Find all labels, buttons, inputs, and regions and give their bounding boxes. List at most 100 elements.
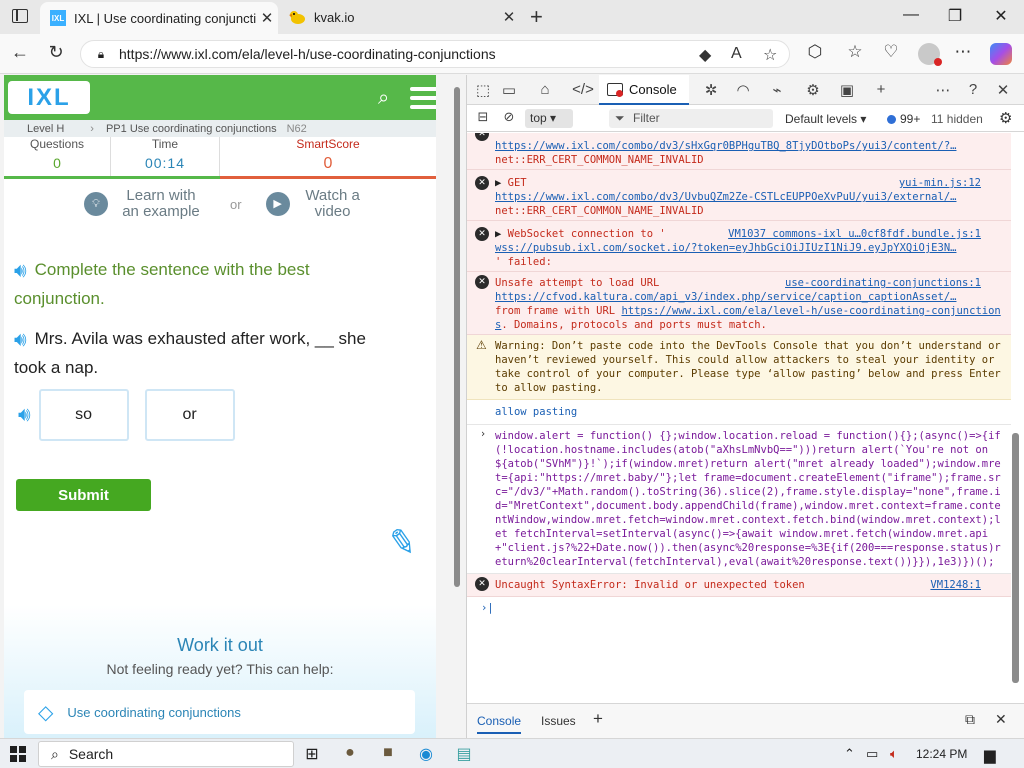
speaker-icon[interactable]: 🔊︎: [14, 327, 27, 354]
error-url[interactable]: https://www.ixl.com/combo/dv3/sHxGqr0BPH…: [495, 139, 1003, 153]
device-emulation-icon[interactable]: ▭: [497, 81, 521, 99]
more-menu-icon[interactable]: ⋯: [950, 42, 976, 62]
sidebar-toggle-icon[interactable]: ⊟: [471, 109, 495, 125]
console-error-message: ✕ Unsafe attempt to load URL use-coordin…: [467, 272, 1011, 335]
taskbar-search-box[interactable]: ⌕ Search: [38, 741, 294, 767]
network-icon[interactable]: ▭: [866, 746, 878, 762]
welcome-home-icon[interactable]: ⌂: [533, 81, 557, 98]
help-icon[interactable]: ?: [961, 81, 985, 98]
work-it-out-subtitle: Not feeling ready yet? This can help:: [106, 661, 334, 677]
console-scrollbar[interactable]: [1010, 133, 1022, 707]
site-info-icon[interactable]: 🔒︎: [89, 47, 113, 62]
edge-browser-icon[interactable]: ◉: [414, 744, 438, 764]
stats-bar: Questions 0 Time 00:14 SmartScore 0: [4, 137, 436, 179]
restore-button[interactable]: ❐: [940, 6, 970, 26]
app-icon[interactable]: ■: [376, 744, 400, 762]
error-source-link[interactable]: use-coordinating-conjunctions:1: [785, 276, 981, 290]
error-source-link[interactable]: VM1037 commons-ixl u…0cf8fdf.bundle.js:1: [728, 227, 981, 241]
lesson-link[interactable]: Use coordinating conjunctions: [67, 705, 240, 720]
watch-video-button[interactable]: ▶ Watch a video: [265, 188, 368, 220]
drawer-tab-issues[interactable]: Issues: [541, 714, 576, 728]
learn-with-example-button[interactable]: 💡︎ Learn with an example: [84, 188, 206, 220]
close-devtools-icon[interactable]: ✕: [991, 81, 1015, 99]
clock[interactable]: 12:24 PM: [916, 747, 967, 761]
volume-muted-icon[interactable]: 🔈︎: [890, 746, 898, 762]
answer-choice[interactable]: so: [38, 389, 129, 441]
favorites-icon[interactable]: ☆: [842, 42, 868, 62]
close-window-button[interactable]: ✕: [986, 6, 1016, 26]
tag-icon[interactable]: ◆: [699, 45, 711, 65]
pencil-icon[interactable]: ✎: [385, 521, 420, 565]
hamburger-menu-icon[interactable]: [410, 87, 436, 109]
taskbar-search-label: Search: [68, 746, 114, 762]
ixl-favicon-icon: IXL: [50, 10, 66, 26]
refresh-button[interactable]: ↻: [42, 42, 70, 63]
submit-button[interactable]: Submit: [16, 479, 151, 511]
copilot-icon[interactable]: [990, 43, 1012, 65]
tab-kvak[interactable]: kvak.io ✕: [282, 0, 520, 34]
error-url[interactable]: https://www.ixl.com/combo/dv3/UvbuQZm2Ze…: [495, 190, 1003, 204]
close-drawer-icon[interactable]: ✕: [995, 711, 1007, 728]
clear-console-icon[interactable]: ⊘: [497, 109, 521, 125]
error-icon: ✕: [475, 176, 489, 190]
console-settings-icon[interactable]: ⚙: [999, 109, 1012, 127]
task-view-icon[interactable]: ⊞: [300, 744, 324, 764]
error-icon: ✕: [475, 577, 489, 591]
sidebar-toggle-icon[interactable]: [12, 9, 28, 23]
inspect-icon[interactable]: ⬚: [471, 81, 495, 99]
chevron-up-icon[interactable]: ⌃: [844, 746, 855, 762]
read-aloud-icon[interactable]: A: [731, 45, 742, 63]
breadcrumb-level[interactable]: Level H: [27, 123, 64, 135]
close-tab-icon[interactable]: ✕: [256, 9, 278, 27]
network-wifi-icon[interactable]: ◠: [731, 81, 755, 99]
more-tools-plus-icon[interactable]: +: [869, 81, 893, 98]
search-icon[interactable]: ⌕: [378, 87, 389, 110]
questions-stat: Questions 0: [4, 137, 110, 179]
notepad-icon[interactable]: ▤: [452, 744, 476, 764]
elements-icon[interactable]: </>: [571, 81, 595, 98]
add-drawer-tab-icon[interactable]: +: [593, 709, 603, 729]
error-source-link[interactable]: VM1248:1: [930, 578, 981, 592]
console-output: ✕ https://www.ixl.com/combo/dv3/sHxGqr0B…: [467, 133, 1011, 707]
browser-essentials-icon[interactable]: ♡: [878, 42, 904, 62]
speaker-icon[interactable]: 🔊︎: [18, 404, 31, 427]
ixl-logo[interactable]: IXL: [8, 81, 90, 114]
dock-drawer-icon[interactable]: ⧉: [965, 711, 975, 728]
lesson-link-card[interactable]: ◇ Use coordinating conjunctions: [24, 690, 415, 734]
console-prompt[interactable]: ›|: [467, 597, 1011, 619]
issues-badge[interactable]: 99+: [887, 112, 920, 126]
memory-icon[interactable]: ⚙: [801, 81, 825, 99]
error-url[interactable]: wss://pubsub.ixl.com/socket.io/?token=ey…: [495, 241, 1003, 255]
answer-choice[interactable]: or: [144, 389, 235, 441]
log-levels-dropdown[interactable]: Default levels ▾: [785, 112, 866, 126]
drawer-tab-console[interactable]: Console: [477, 714, 522, 734]
notifications-icon[interactable]: ▆: [984, 746, 996, 764]
tab-ixl[interactable]: IXL IXL | Use coordinating conjunctions …: [40, 2, 278, 34]
new-tab-button[interactable]: +: [530, 4, 543, 30]
back-button[interactable]: ←: [6, 42, 34, 63]
minimize-button[interactable]: —: [896, 6, 926, 24]
filter-input[interactable]: ⏷ Filter: [609, 109, 773, 128]
more-options-icon[interactable]: ⋯: [931, 81, 955, 99]
app-icon[interactable]: ●: [338, 744, 362, 762]
address-bar[interactable]: 🔒︎ https://www.ixl.com/ela/level-h/use-c…: [80, 40, 790, 68]
chevron-right-icon: ›: [90, 122, 94, 135]
profile-avatar[interactable]: [918, 43, 942, 66]
performance-icon[interactable]: ⌁: [765, 81, 789, 99]
learn-label: Learn with an example: [122, 187, 200, 220]
sources-bug-icon[interactable]: ✲: [699, 81, 723, 99]
or-separator: or: [230, 196, 242, 212]
speaker-icon[interactable]: 🔊︎: [14, 258, 27, 285]
page-scrollbar[interactable]: [452, 75, 462, 738]
favorite-star-icon[interactable]: ☆: [763, 45, 777, 65]
context-selector[interactable]: top ▾: [525, 109, 573, 128]
error-source-link[interactable]: yui-min.js:12: [899, 176, 981, 190]
tab-console[interactable]: Console: [599, 75, 689, 105]
error-url[interactable]: https://cfvod.kaltura.com/api_v3/index.p…: [495, 290, 1003, 304]
windows-start-icon[interactable]: [10, 746, 26, 762]
extensions-icon[interactable]: ⬡: [802, 42, 828, 62]
application-icon[interactable]: ▣: [835, 81, 859, 99]
question-text: Mrs. Avila was exhausted after work, __ …: [14, 329, 366, 377]
url-text[interactable]: https://www.ixl.com/ela/level-h/use-coor…: [119, 46, 496, 62]
close-tab-icon[interactable]: ✕: [498, 8, 520, 26]
